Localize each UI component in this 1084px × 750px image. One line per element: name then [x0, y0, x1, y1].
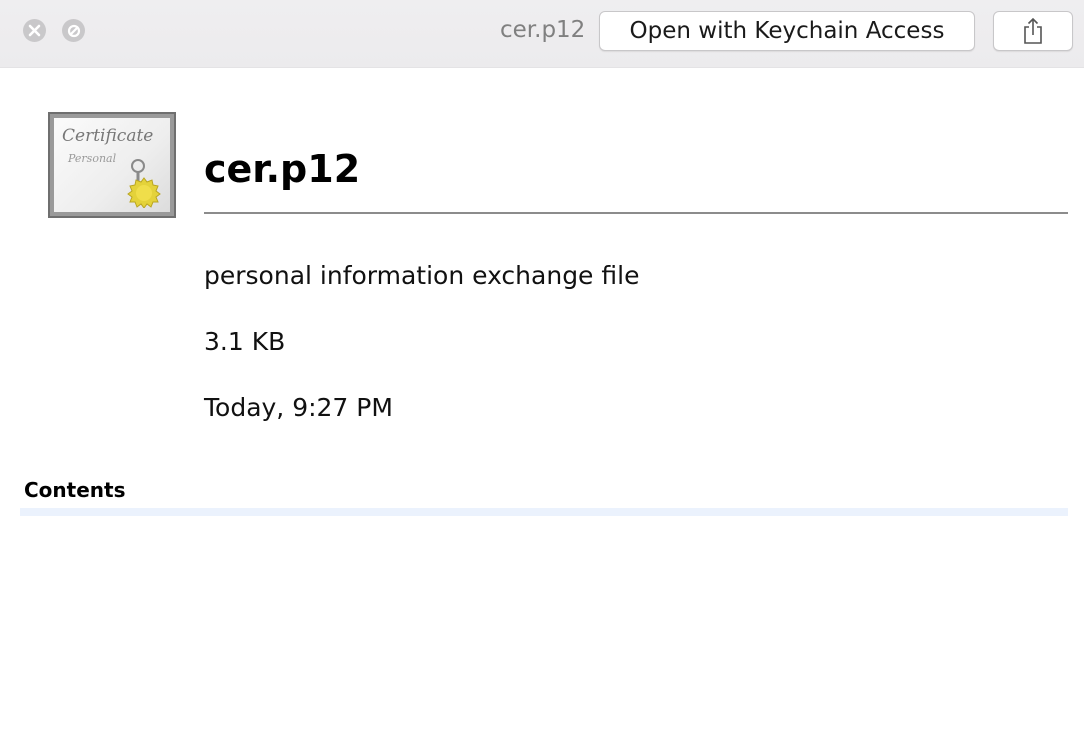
contents-list[interactable]: [20, 516, 1068, 742]
file-modified-date: Today, 9:27 PM: [204, 393, 393, 422]
certificate-icon-subtext: Personal: [68, 152, 117, 165]
close-button[interactable]: [23, 19, 46, 42]
contents-header-bar: [20, 508, 1068, 516]
file-size: 3.1 KB: [204, 327, 286, 356]
divider: [204, 212, 1068, 214]
close-icon: [28, 24, 41, 37]
seal-icon: [127, 159, 161, 208]
minimize-icon: [67, 24, 80, 37]
certificate-icon: Certificate Personal: [48, 112, 176, 218]
window-title: cer.p12: [500, 17, 586, 43]
contents-header: Contents: [24, 478, 126, 502]
quick-look-window: cer.p12 Open with Keychain Access Certif…: [0, 0, 1084, 750]
certificate-icon-text: Certificate: [62, 126, 154, 146]
open-with-keychain-access-button[interactable]: Open with Keychain Access: [599, 11, 975, 51]
share-icon: [1024, 17, 1042, 44]
share-button[interactable]: [993, 11, 1073, 51]
file-name: cer.p12: [204, 147, 361, 191]
certificate-icon-face: Certificate Personal: [54, 118, 170, 212]
minimize-button[interactable]: [62, 19, 85, 42]
preview-content: Certificate Personal cer.p12 personal in…: [4, 68, 1080, 746]
file-kind: personal information exchange file: [204, 261, 640, 290]
title-bar: cer.p12 Open with Keychain Access: [0, 0, 1084, 68]
